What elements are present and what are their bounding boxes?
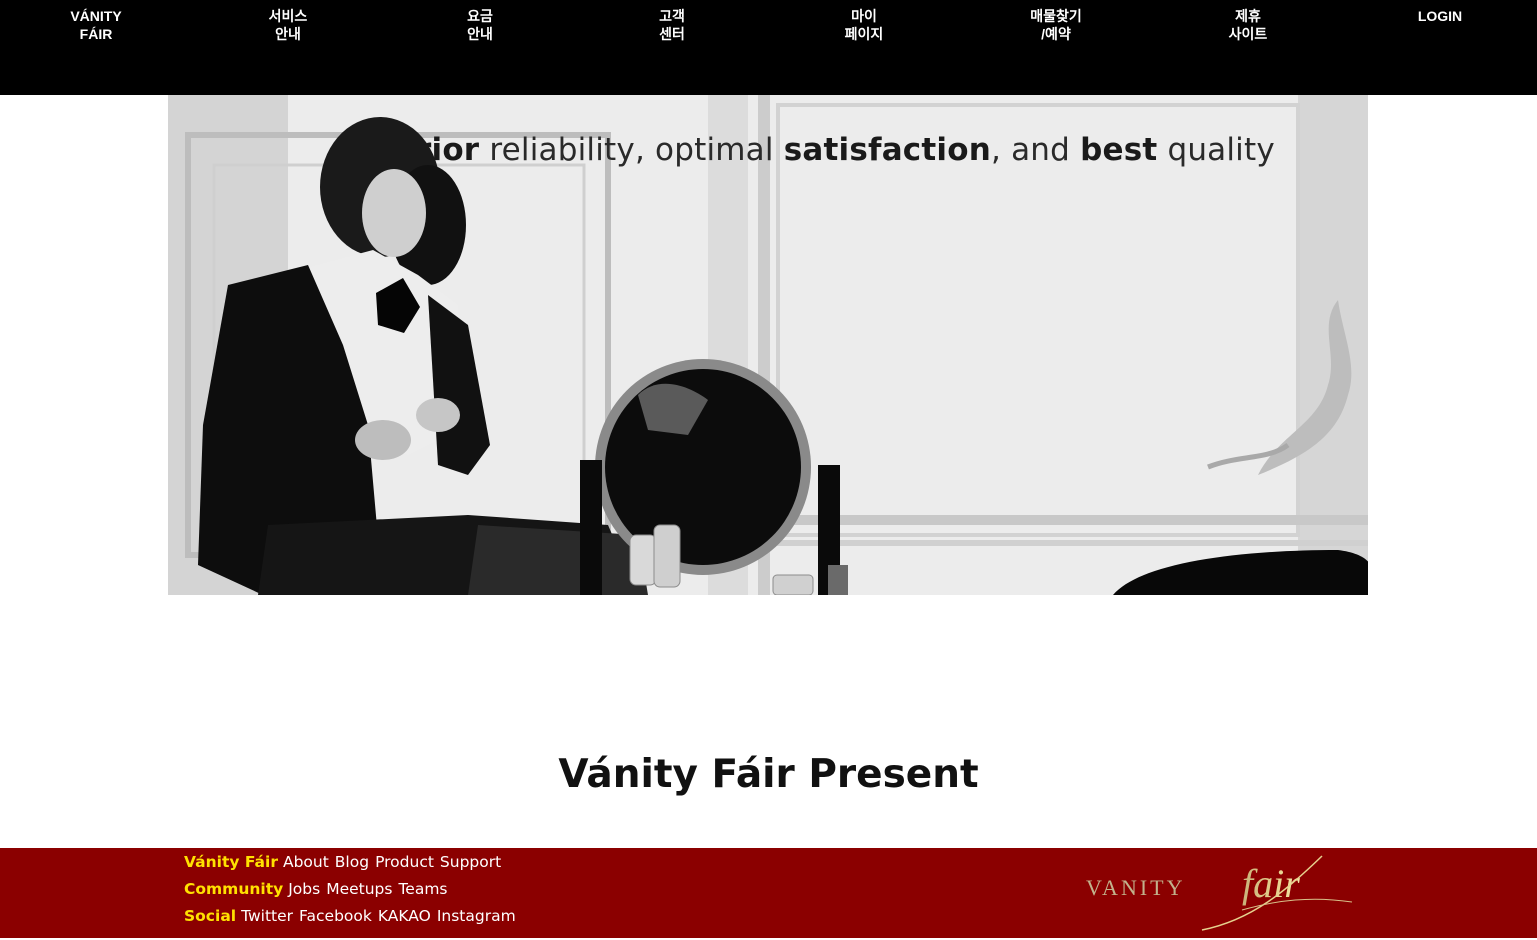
nav-item-label: 요금 (467, 8, 493, 24)
hero-photo (168, 95, 1368, 595)
footer-link-meetups[interactable]: Meetups (326, 880, 392, 898)
nav-brand[interactable]: VÁNITY FÁIR (26, 7, 166, 43)
nav-item-pricing[interactable]: 요금 안내 (410, 7, 550, 43)
svg-text:VANITY: VANITY (1086, 875, 1185, 900)
nav-item-customer-center[interactable]: 고객 센터 (602, 7, 742, 43)
footer-link-blog[interactable]: Blog (335, 853, 369, 871)
footer-link-twitter[interactable]: Twitter (241, 907, 293, 925)
vanity-fair-logo[interactable]: VANITY fair (1082, 850, 1377, 936)
login-button[interactable]: LOGIN (1370, 7, 1510, 25)
nav-item-label: 사이트 (1228, 26, 1268, 42)
footer-link-jobs[interactable]: Jobs (288, 880, 320, 898)
nav-item-service[interactable]: 서비스 안내 (218, 7, 358, 43)
section-title: Vánity Fáir Present (558, 752, 979, 797)
nav-item-label: /예약 (1041, 26, 1071, 42)
nav-brand-line2: FÁIR (79, 26, 113, 42)
nav-item-search-reserve[interactable]: 매물찾기 /예약 (986, 7, 1126, 43)
nav-item-label: 서비스 (268, 8, 308, 24)
nav-item-partner-sites[interactable]: 제휴 사이트 (1178, 7, 1318, 43)
nav-item-label: 고객 (659, 8, 685, 24)
nav-item-label: 페이지 (844, 26, 884, 42)
nav-item-mypage[interactable]: 마이 페이지 (794, 7, 934, 43)
nav-item-label: 마이 (851, 8, 877, 24)
footer-link-support[interactable]: Support (440, 853, 501, 871)
nav-item-label: 매물찾기 (1030, 8, 1082, 24)
logo-graphic: VANITY fair (1086, 855, 1353, 931)
footer-row-brand: Vánity Fáir About Blog Product Support (184, 853, 507, 871)
footer-link-instagram[interactable]: Instagram (437, 907, 516, 925)
footer-link-kakao[interactable]: KAKAO (378, 907, 431, 925)
nav-item-label: 제휴 (1235, 8, 1261, 24)
hero-tagline: rior reliability, optimal satisfaction, … (416, 132, 1316, 168)
footer-link-facebook[interactable]: Facebook (299, 907, 372, 925)
footer-link-product[interactable]: Product (375, 853, 434, 871)
nav-brand-line1: VÁNITY (70, 8, 122, 24)
footer-link-about[interactable]: About (283, 853, 329, 871)
footer-heading: Social (184, 907, 237, 925)
nav-item-label: 센터 (659, 26, 685, 42)
nav-item-label: 안내 (467, 26, 493, 42)
login-label: LOGIN (1417, 8, 1463, 24)
tagline-part: reliability, optimal (479, 132, 784, 168)
footer-link-teams[interactable]: Teams (398, 880, 447, 898)
tagline-part: , and (991, 132, 1081, 168)
hero-banner: rior reliability, optimal satisfaction, … (168, 95, 1368, 595)
tagline-part: quality (1157, 132, 1275, 168)
nav-item-label: 안내 (275, 26, 301, 42)
top-nav: VÁNITY FÁIR 서비스 안내 요금 안내 고객 센터 마이 페이지 매물… (0, 0, 1537, 95)
tagline-part: rior (416, 132, 480, 168)
tagline-part: best (1080, 132, 1158, 168)
footer-heading: Vánity Fáir (184, 853, 278, 871)
footer-row-social: Social Twitter Facebook KAKAO Instagram (184, 907, 522, 925)
footer-heading: Community (184, 880, 284, 898)
tagline-part: satisfaction (783, 132, 991, 168)
footer-row-community: Community Jobs Meetups Teams (184, 880, 454, 898)
